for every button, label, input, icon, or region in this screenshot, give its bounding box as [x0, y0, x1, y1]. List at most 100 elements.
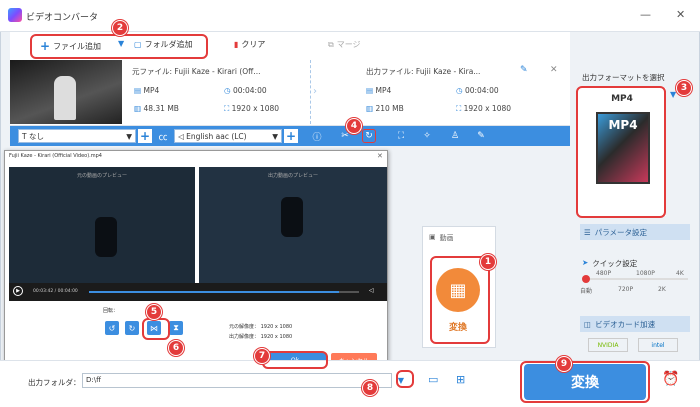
step-badge-3: 3: [676, 80, 692, 96]
flip-vertical-icon: ⧗: [173, 323, 179, 332]
crop-icon[interactable]: ⛶: [394, 129, 408, 143]
divider: [310, 60, 311, 124]
convert-tile-button[interactable]: ▦: [436, 268, 480, 312]
video-icon: ▣: [429, 233, 436, 241]
sliders-icon: ☰: [584, 227, 591, 237]
title-bar: ビデオコンバータ — ✕: [0, 0, 700, 32]
merge-button[interactable]: ⧉ マージ: [328, 39, 361, 50]
text-icon: T: [22, 131, 29, 141]
add-audio-button[interactable]: +: [284, 129, 298, 143]
rotate-left-button[interactable]: ↺: [105, 321, 119, 335]
flip-vertical-button[interactable]: ⧗: [169, 321, 183, 335]
src-duration: ◷ 00:04:00: [224, 86, 267, 95]
output-resolution: 出力解像度： 1920 x 1080: [229, 334, 293, 340]
nvidia-checkbox[interactable]: NVIDIA: [588, 338, 628, 352]
param-settings-button[interactable]: ☰ パラメータ設定: [580, 224, 690, 240]
out-size: ▥ 210 MB: [366, 104, 404, 113]
highlight-dropdown: [396, 370, 414, 388]
highlight-flip-buttons: [142, 318, 170, 340]
tile-header: ▣ 動画: [429, 233, 454, 242]
original-preview: 元の動画のプレビュー: [9, 167, 195, 283]
output-file-label: 出力ファイル: Fujii Kaze - Kira...: [366, 67, 481, 76]
effects-icon[interactable]: ✧: [420, 129, 434, 143]
quality-slider[interactable]: [584, 278, 688, 280]
gpu-accel-button[interactable]: ◫ ビデオカード加速: [580, 316, 690, 332]
rider-figure: [95, 217, 117, 257]
speaker-icon: ◁: [178, 131, 187, 141]
seek-track[interactable]: [89, 291, 359, 293]
highlight-ok: [262, 351, 328, 369]
film-icon: ▦: [449, 279, 467, 301]
close-icon[interactable]: ✕: [377, 152, 383, 160]
folder-icon[interactable]: ▭: [428, 373, 438, 386]
import-icon[interactable]: ⊞: [456, 373, 465, 386]
chevron-down-icon: ▼: [670, 90, 677, 99]
src-resolution: ⛶ 1920 x 1080: [224, 104, 280, 113]
output-preview-label: 出力動画のプレビュー: [267, 173, 318, 179]
rotate-left-icon: ↺: [108, 323, 116, 333]
chevron-down-icon: ▼: [272, 131, 278, 141]
step-badge-2: 2: [112, 20, 128, 36]
app-logo-icon: [8, 8, 22, 22]
cc-icon[interactable]: ㏄: [156, 129, 170, 143]
output-preview: 出力動画のプレビュー: [199, 167, 387, 283]
merge-icon: ⧉: [328, 39, 334, 49]
chevron-down-icon: ▼: [126, 131, 132, 141]
highlight-format: [576, 86, 666, 218]
app-title: ビデオコンバータ: [26, 13, 99, 23]
highlight-add-buttons: [30, 34, 208, 59]
watermark-icon[interactable]: ♙: [448, 129, 462, 143]
rotate-icon[interactable]: ↻: [362, 129, 376, 143]
output-folder-label: 出力フォルダ：: [28, 378, 81, 387]
edit-icon[interactable]: ✎: [520, 65, 528, 75]
playback-bar: ▶ 00:03:42 / 00:04:00 ◁: [9, 283, 387, 301]
convert-tile-label: 変換: [448, 323, 467, 333]
step-badge-1: 1: [480, 254, 496, 270]
close-icon[interactable]: ✕: [676, 8, 685, 21]
right-panel: 出力フォーマットを選択 MP4 MP4 ▼ ☰ パラメータ設定 ➤ クイック設定 4…: [572, 60, 696, 360]
arrow-right-icon: ›: [313, 86, 317, 97]
rotate-dialog: Fujii Kaze - Kirari (Official Video).mp4…: [4, 150, 388, 368]
play-icon[interactable]: ▶: [13, 286, 23, 296]
audio-select[interactable]: ◁ English aac (LC) ▼: [174, 129, 282, 143]
info-icon[interactable]: ⓘ: [310, 129, 324, 143]
quick-settings: ➤ クイック設定: [582, 258, 638, 268]
edit-icon[interactable]: ✎: [474, 129, 488, 143]
option-bar: T なし ▼ + ㏄ ◁ English aac (LC) ▼ + ⓘ ✂ ↻ ⛶ …: [10, 126, 570, 146]
resolution-icon: ⛶: [224, 104, 232, 113]
add-subtitle-button[interactable]: +: [138, 129, 152, 143]
step-badge-4: 4: [346, 118, 362, 134]
rotate-right-icon: ↻: [128, 323, 136, 333]
slider-handle[interactable]: [582, 275, 590, 283]
intel-checkbox[interactable]: intel: [638, 338, 678, 352]
rotate-right-button[interactable]: ↻: [125, 321, 139, 335]
output-folder-input[interactable]: D:\ff: [82, 373, 392, 388]
file-row: 元ファイル: Fujii Kaze - Kirari (Off... ▤ MP4…: [10, 60, 570, 126]
out-duration: ◷ 00:04:00: [456, 86, 499, 95]
step-badge-9: 9: [556, 356, 572, 372]
volume-icon[interactable]: ◁: [369, 287, 377, 295]
dialog-title: Fujii Kaze - Kirari (Official Video).mp4: [9, 153, 102, 159]
clock-icon: ◷: [224, 86, 233, 95]
seek-fill: [89, 291, 339, 293]
alarm-icon[interactable]: ⏰: [662, 371, 679, 387]
rocket-icon: ➤: [582, 258, 589, 267]
out-resolution: ⛶ 1920 x 1080: [456, 104, 512, 113]
step-badge-5: 5: [146, 304, 162, 320]
step-badge-6: 6: [168, 340, 184, 356]
clock-icon: ◷: [456, 86, 465, 95]
trash-icon: ▮: [234, 40, 239, 49]
source-file-label: 元ファイル: Fujii Kaze - Kirari (Off...: [132, 67, 261, 76]
clear-button[interactable]: ▮ クリア: [234, 39, 265, 50]
original-resolution: 元の解像度： 1920 x 1080: [229, 324, 293, 330]
subtitle-select[interactable]: T なし ▼: [18, 129, 136, 143]
original-preview-label: 元の動画のプレビュー: [76, 173, 127, 179]
step-badge-7: 7: [254, 348, 270, 364]
src-format: ▤ MP4: [134, 86, 160, 95]
rider-figure: [281, 197, 303, 237]
resolution-icon: ⛶: [456, 104, 464, 113]
video-thumbnail: [10, 60, 122, 124]
close-icon[interactable]: ✕: [550, 65, 558, 75]
gpu-icon: ◫: [584, 319, 592, 329]
minimize-icon[interactable]: —: [640, 8, 651, 21]
